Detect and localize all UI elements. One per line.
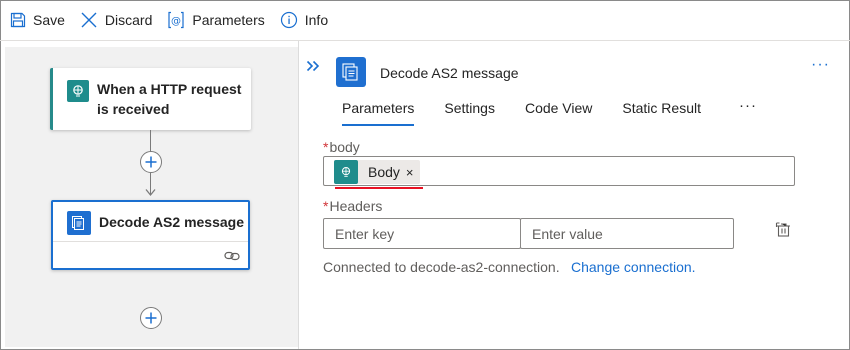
plus-icon bbox=[145, 156, 157, 168]
info-button[interactable]: Info bbox=[280, 6, 328, 34]
connection-status: Connected to decode-as2-connection. bbox=[323, 259, 560, 275]
change-connection-link[interactable]: Change connection. bbox=[571, 259, 696, 275]
remove-token-button[interactable]: × bbox=[406, 165, 420, 180]
panel-title: Decode AS2 message bbox=[380, 65, 519, 81]
headers-row bbox=[323, 218, 735, 249]
toolbar-divider bbox=[0, 40, 850, 41]
parameters-button[interactable]: @ Parameters bbox=[167, 6, 265, 34]
headers-field-label: *Headers bbox=[323, 198, 382, 214]
designer-toolbar: Save Discard @ Parameters Info bbox=[0, 0, 850, 40]
body-label-text: body bbox=[329, 139, 360, 155]
body-field-label: *body bbox=[323, 139, 360, 155]
http-request-icon bbox=[334, 160, 358, 184]
collapse-panel-button[interactable] bbox=[306, 60, 320, 72]
parameters-label: Parameters bbox=[192, 12, 265, 28]
connector-line bbox=[150, 130, 151, 153]
tab-code-view[interactable]: Code View bbox=[510, 96, 607, 122]
save-button[interactable]: Save bbox=[10, 6, 65, 34]
tabs-overflow-button[interactable]: ··· bbox=[739, 97, 757, 114]
body-token[interactable]: Body × bbox=[334, 160, 420, 184]
action-title: Decode AS2 message bbox=[99, 214, 244, 230]
discard-button[interactable]: Discard bbox=[80, 6, 152, 34]
plus-icon bbox=[145, 312, 157, 324]
body-token-label: Body bbox=[368, 164, 400, 180]
header-value-input[interactable] bbox=[520, 218, 734, 249]
http-request-icon bbox=[67, 80, 89, 102]
tab-parameters[interactable]: Parameters bbox=[327, 96, 429, 126]
action-card-decode-as2[interactable]: Decode AS2 message bbox=[51, 200, 250, 270]
header-key-input[interactable] bbox=[323, 218, 521, 249]
as2-icon bbox=[67, 211, 91, 235]
link-icon bbox=[224, 251, 240, 261]
tab-static-result[interactable]: Static Result bbox=[607, 96, 716, 122]
add-step-button[interactable] bbox=[140, 307, 162, 329]
validation-underline bbox=[335, 187, 423, 189]
trigger-title: When a HTTP request is received bbox=[97, 81, 242, 117]
headers-label-text: Headers bbox=[329, 198, 383, 214]
parameters-icon: @ bbox=[168, 11, 184, 29]
save-icon bbox=[10, 12, 26, 28]
svg-text:@: @ bbox=[171, 16, 181, 27]
arrow-down-icon bbox=[145, 189, 156, 197]
discard-label: Discard bbox=[104, 12, 153, 28]
save-label: Save bbox=[33, 12, 65, 28]
discard-icon bbox=[81, 12, 97, 28]
info-icon bbox=[280, 11, 297, 29]
tab-settings[interactable]: Settings bbox=[429, 96, 510, 122]
card-divider bbox=[53, 241, 248, 242]
info-label: Info bbox=[304, 12, 329, 28]
canvas-divider bbox=[298, 41, 299, 349]
as2-icon bbox=[336, 57, 366, 87]
trigger-card[interactable]: When a HTTP request is received bbox=[50, 68, 251, 130]
required-marker: * bbox=[323, 198, 329, 214]
panel-more-button[interactable]: ··· bbox=[811, 56, 830, 74]
body-input[interactable]: Body × bbox=[323, 156, 795, 186]
required-marker: * bbox=[323, 139, 329, 155]
delete-row-icon[interactable] bbox=[775, 222, 791, 238]
panel-tabs: Parameters Settings Code View Static Res… bbox=[327, 96, 716, 130]
insert-step-button[interactable] bbox=[140, 151, 162, 173]
